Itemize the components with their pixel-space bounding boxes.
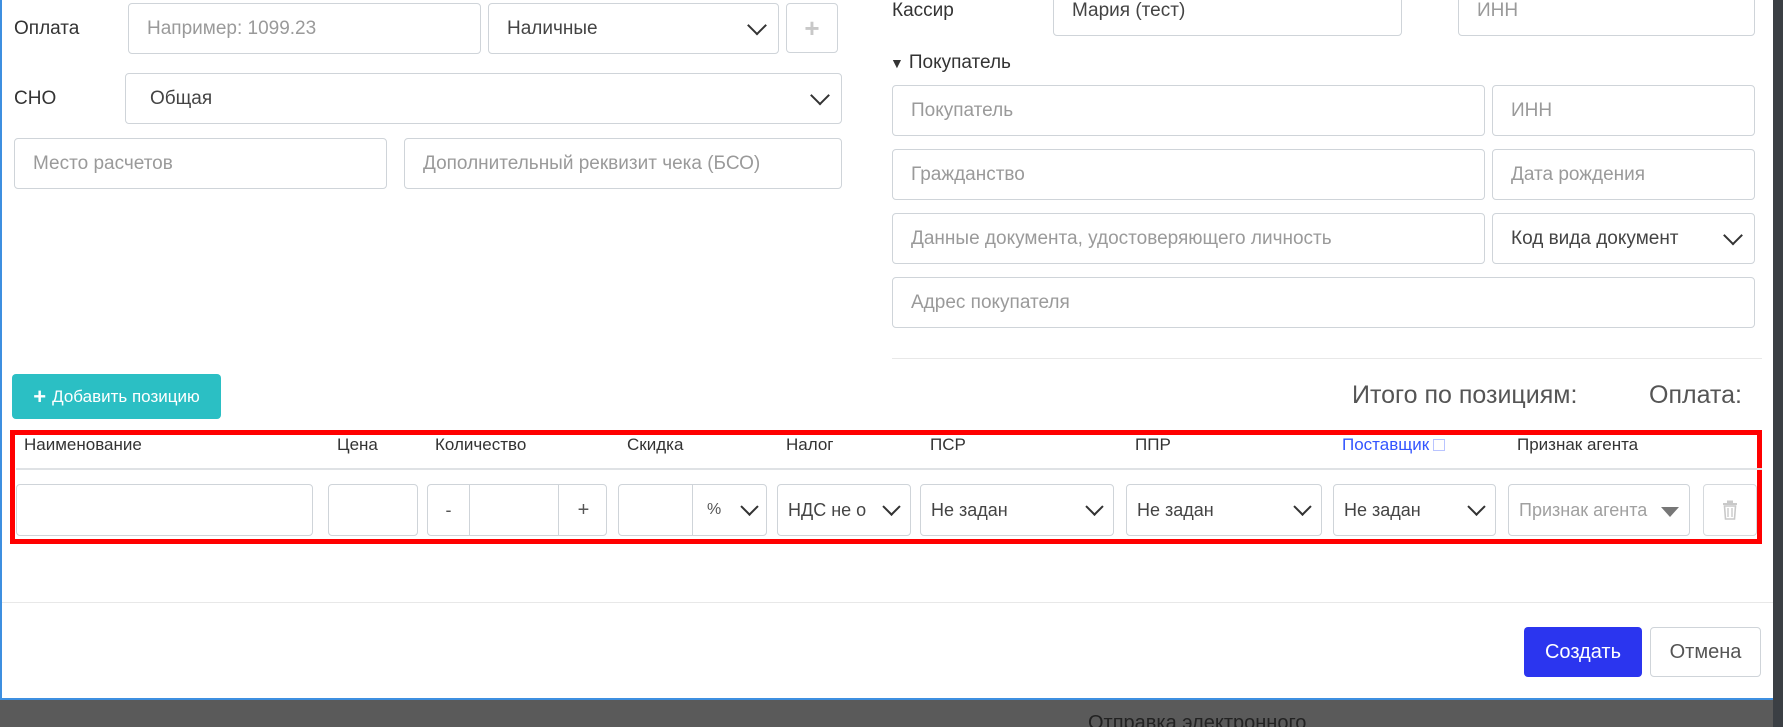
quantity-plus-button[interactable]: + <box>558 485 606 535</box>
sno-select[interactable]: Общая <box>125 73 842 124</box>
psr-value: Не задан <box>931 499 1008 520</box>
agent-sign-placeholder: Признак агента <box>1519 499 1648 520</box>
buyer-name-input[interactable]: Покупатель <box>892 85 1485 136</box>
add-position-label: Добавить позицию <box>52 386 200 406</box>
chevron-down-icon <box>1723 225 1743 245</box>
buyer-section-label: Покупатель <box>908 52 1011 73</box>
header-ppr: ППР <box>1135 435 1171 454</box>
delete-position-button[interactable] <box>1703 484 1757 536</box>
buyer-address-input[interactable]: Адрес покупателя <box>892 277 1755 328</box>
supplier-select[interactable]: Не задан <box>1333 484 1496 536</box>
chevron-down-icon <box>1293 497 1312 516</box>
background-overlay-right <box>1773 0 1783 727</box>
tax-value: НДС не о <box>788 499 867 520</box>
trash-icon <box>1723 500 1737 520</box>
sno-value: Общая <box>150 87 213 109</box>
chevron-down-icon <box>1467 497 1486 516</box>
cashier-name-input[interactable]: Мария (тест) <box>1053 0 1402 36</box>
cancel-button[interactable]: Отмена <box>1650 627 1761 677</box>
caret-down-icon <box>1661 507 1679 517</box>
plus-icon: + <box>33 383 47 409</box>
payment-amount-input[interactable]: Например: 1099.23 <box>128 3 481 54</box>
position-name-input[interactable] <box>16 484 313 536</box>
chevron-down-icon <box>882 497 901 516</box>
header-name: Наименование <box>24 435 142 454</box>
tax-select[interactable]: НДС не о <box>777 484 911 536</box>
chevron-down-icon <box>747 15 767 35</box>
buyer-inn-input[interactable]: ИНН <box>1492 85 1755 136</box>
table-header-divider <box>16 468 1762 470</box>
birthdate-input[interactable]: Дата рождения <box>1492 149 1755 200</box>
position-price-input[interactable] <box>328 484 418 536</box>
chevron-down-icon <box>810 85 830 105</box>
footer-divider <box>2 602 1773 603</box>
doc-type-select[interactable]: Код вида документ <box>1492 213 1755 264</box>
background-overlay <box>0 700 1783 727</box>
cashier-label: Кассир <box>892 0 954 21</box>
header-supplier-label: Поставщик <box>1342 435 1430 454</box>
discount-input[interactable] <box>619 485 693 535</box>
header-tax: Налог <box>786 435 834 454</box>
ppr-select[interactable]: Не задан <box>1126 484 1322 536</box>
chevron-down-icon <box>1085 497 1104 516</box>
discount-unit-select[interactable]: % <box>693 485 766 535</box>
background-text: Отправка электронного <box>1088 712 1307 727</box>
create-receipt-modal: Оплата Например: 1099.23 Наличные + СНО … <box>0 0 1773 700</box>
quantity-stepper[interactable]: - + <box>427 484 607 536</box>
doc-type-value: Код вида документ <box>1511 227 1679 249</box>
settlement-place-input[interactable]: Место расчетов <box>14 138 387 189</box>
quantity-minus-button[interactable]: - <box>428 485 470 535</box>
cashier-inn-input[interactable]: ИНН <box>1458 0 1755 36</box>
header-agent-sign: Признак агента <box>1517 435 1639 454</box>
totals-positions-label: Итого по позициям: <box>1352 381 1578 409</box>
discount-unit-value: % <box>707 501 722 518</box>
chevron-down-icon <box>740 497 759 516</box>
id-document-input[interactable]: Данные документа, удостоверяющего личнос… <box>892 213 1485 264</box>
ppr-value: Не задан <box>1137 499 1214 520</box>
triangle-down-icon: ▼ <box>890 55 904 71</box>
citizenship-input[interactable]: Гражданство <box>892 149 1485 200</box>
agent-sign-select[interactable]: Признак агента <box>1508 484 1690 536</box>
supplier-value: Не задан <box>1344 499 1421 520</box>
header-quantity: Количество <box>435 435 527 454</box>
buyer-section-toggle[interactable]: ▼ Покупатель <box>890 52 1011 74</box>
header-psr: ПСР <box>930 435 966 454</box>
psr-select[interactable]: Не задан <box>920 484 1114 536</box>
add-position-button[interactable]: + Добавить позицию <box>12 374 221 419</box>
divider <box>892 358 1762 359</box>
extra-requisite-input[interactable]: Дополнительный реквизит чека (БСО) <box>404 138 842 189</box>
payment-label: Оплата <box>14 18 80 39</box>
header-discount: Скидка <box>627 435 684 454</box>
header-supplier-link[interactable]: Поставщик <box>1342 435 1446 455</box>
payment-method-value: Наличные <box>507 17 598 39</box>
discount-group: % <box>618 484 767 536</box>
totals-payment-label: Оплата: <box>1649 381 1742 409</box>
external-link-icon <box>1433 439 1446 451</box>
payment-method-select[interactable]: Наличные <box>488 3 779 54</box>
add-payment-button[interactable]: + <box>786 3 838 53</box>
header-price: Цена <box>337 435 378 454</box>
create-button[interactable]: Создать <box>1524 627 1642 677</box>
sno-label: СНО <box>14 88 57 109</box>
quantity-input[interactable] <box>470 485 558 535</box>
